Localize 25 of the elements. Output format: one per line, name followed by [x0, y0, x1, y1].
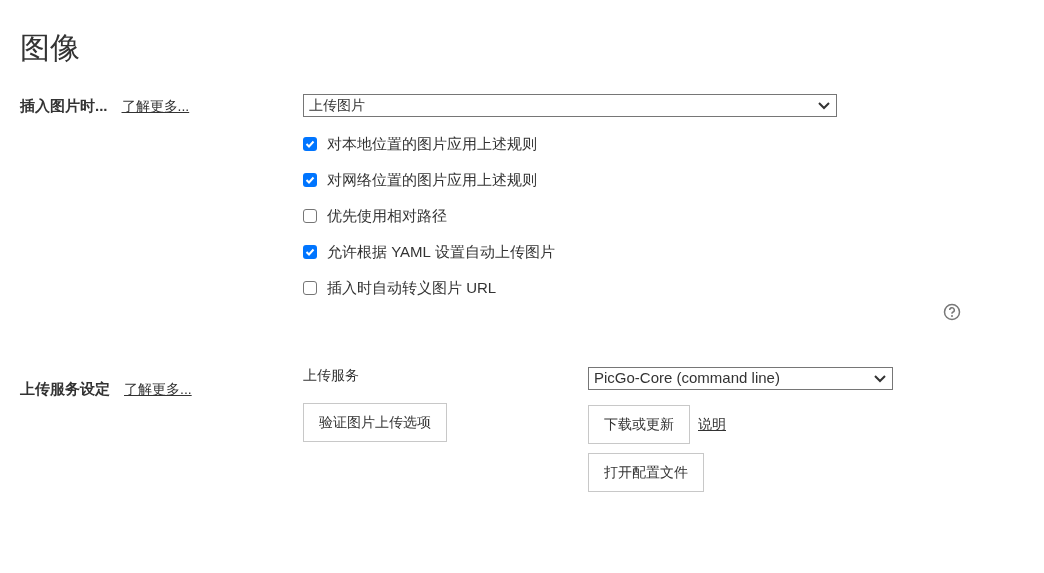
checkbox[interactable]	[303, 209, 317, 223]
section-label: 上传服务设定	[20, 379, 110, 399]
chevron-down-icon	[873, 373, 887, 384]
checkbox[interactable]	[303, 245, 317, 259]
service-select[interactable]: PicGo-Core (command line)	[588, 367, 893, 390]
service-label: 上传服务	[303, 366, 359, 385]
chevron-down-icon	[817, 100, 831, 111]
learn-more-link[interactable]: 了解更多...	[121, 96, 190, 116]
help-link[interactable]: 说明	[698, 414, 726, 435]
checkbox-label: 插入时自动转义图片 URL	[327, 277, 497, 298]
checkbox-label: 优先使用相对路径	[327, 205, 447, 226]
open-config-button[interactable]: 打开配置文件	[588, 453, 704, 492]
action-select[interactable]: 上传图片	[303, 94, 837, 117]
verify-button[interactable]: 验证图片上传选项	[303, 403, 447, 442]
help-icon[interactable]	[943, 303, 961, 321]
update-button[interactable]: 下载或更新	[588, 405, 690, 444]
checkbox[interactable]	[303, 173, 317, 187]
checkbox-label: 允许根据 YAML 设置自动上传图片	[327, 241, 555, 262]
page-title: 图像	[20, 30, 80, 66]
learn-more-link[interactable]: 了解更多...	[124, 379, 192, 399]
checkbox[interactable]	[303, 137, 317, 151]
checkbox-label: 对网络位置的图片应用上述规则	[327, 169, 537, 190]
checkbox-label: 对本地位置的图片应用上述规则	[327, 133, 537, 154]
section-label: 插入图片时...	[20, 96, 108, 116]
checkbox[interactable]	[303, 281, 317, 295]
